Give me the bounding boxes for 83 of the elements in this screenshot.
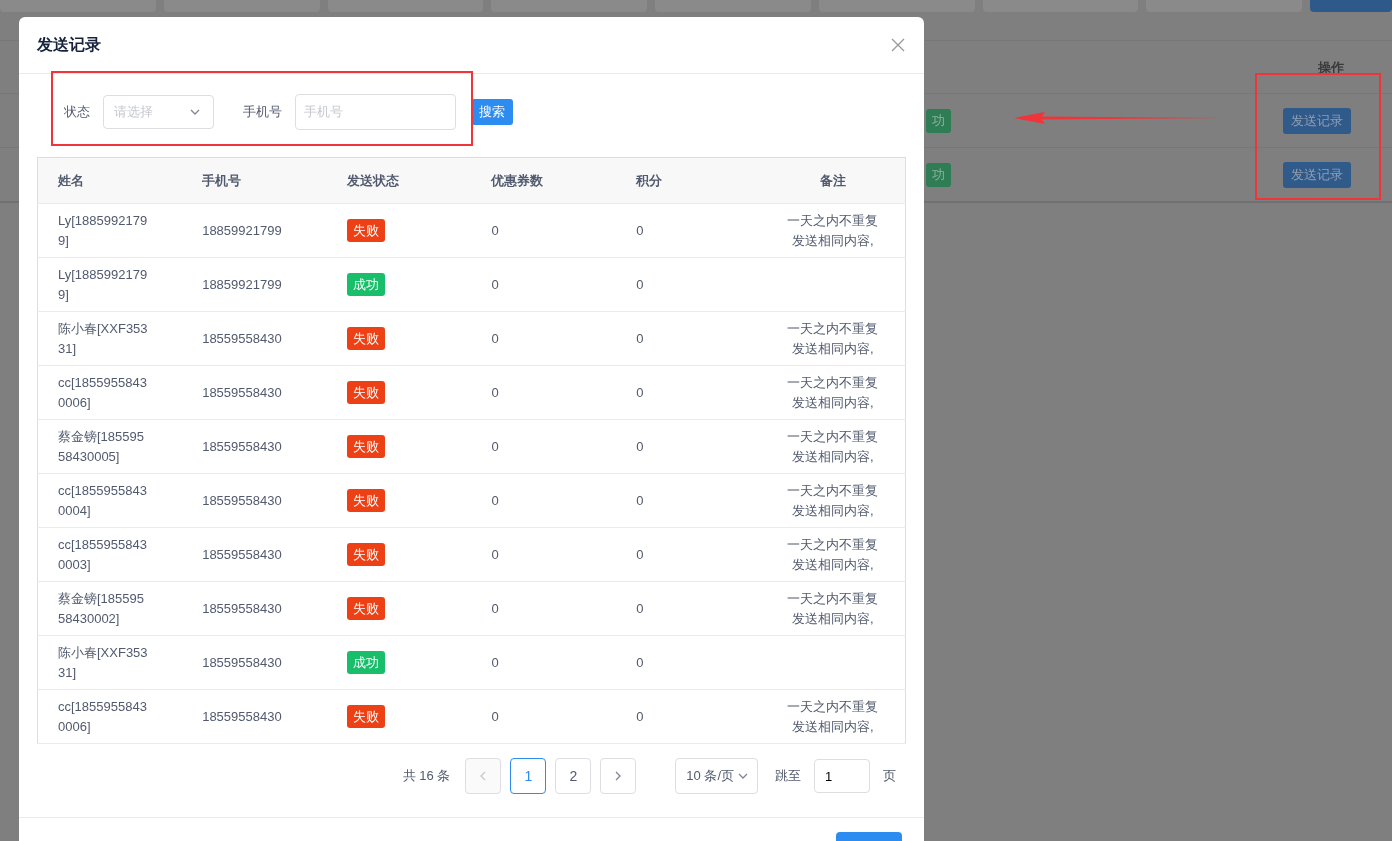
table-cell: 0 [491, 222, 499, 238]
table-cell: 0 [491, 330, 499, 346]
table-cell: 18559558430 [202, 492, 282, 508]
column-header: 操作 [1318, 59, 1344, 77]
total-count: 共 16 条 [402, 767, 451, 785]
table-cell: 0 [491, 546, 499, 562]
next-page-button[interactable] [600, 758, 637, 794]
table-cell-text: 一天之内不重复发送相同内容, [786, 481, 880, 520]
table-cell-text: 一天之内不重复发送相同内容, [786, 535, 880, 574]
table-cell-text: 陈小春[XXF35331] [58, 643, 149, 682]
table-cell: 0 [636, 708, 644, 724]
filter-label: 状态 [64, 102, 90, 121]
table-cell-text: cc[18559558430003] [58, 535, 148, 574]
table-cell: 0 [636, 546, 644, 562]
send-record-button[interactable]: 发送记录 [1283, 161, 1351, 188]
status-tag: 成功 [346, 273, 385, 296]
table-cell-text: Ly[18859921799] [58, 265, 149, 304]
search-button[interactable]: 搜索 [471, 98, 513, 125]
table-cell-text: 一天之内不重复发送相同内容, [786, 697, 880, 736]
jump-label: 跳至 [775, 767, 801, 785]
status-tag: 失败 [346, 219, 385, 242]
table-cell-text: 一天之内不重复发送相同内容, [786, 427, 880, 466]
status-tag: 失败 [346, 705, 385, 728]
table-cell: 18559558430 [202, 654, 282, 670]
table-cell-text: 陈小春[XXF35331] [58, 319, 149, 358]
table-cell: 0 [636, 384, 644, 400]
page-size-select[interactable]: 10 条/页 [675, 758, 758, 794]
table-cell-text: 一天之内不重复发送相同内容, [786, 589, 880, 628]
table-cell-text: cc[18559558430004] [58, 481, 148, 520]
table-cell: 0 [636, 492, 644, 508]
status-tag: 失败 [346, 381, 385, 404]
table-cell: 0 [491, 708, 499, 724]
page-button[interactable]: 2 [555, 758, 592, 794]
table-cell-text: 一天之内不重复发送相同内容, [786, 211, 880, 250]
status-tag: 功 [926, 162, 951, 187]
column-header: 姓名 [37, 157, 183, 204]
table-cell-text: 蔡金镑[18559558430002] [58, 589, 145, 628]
page-suffix: 页 [883, 767, 896, 785]
table-cell: 18859921799 [202, 276, 282, 292]
table-cell: 0 [636, 438, 644, 454]
table-cell: 0 [636, 654, 644, 670]
table-cell: 0 [636, 222, 644, 238]
column-header: 积分 [616, 157, 761, 204]
jump-input[interactable]: 1 [814, 759, 870, 793]
table-cell: 0 [491, 600, 499, 616]
column-header: 手机号 [182, 157, 327, 204]
table-cell: 0 [491, 654, 499, 670]
table-cell-text: cc[18559558430006] [58, 373, 148, 412]
status-tag: 失败 [346, 597, 385, 620]
status-tag: 失败 [346, 327, 385, 350]
table-cell: 0 [491, 276, 499, 292]
table-cell: 0 [491, 492, 499, 508]
table-cell-text: 蔡金镑[18559558430005] [58, 427, 145, 466]
dialog-title: 发送记录 [37, 34, 101, 55]
table-cell: 0 [636, 330, 644, 346]
send-record-button[interactable]: 发送记录 [1283, 107, 1351, 134]
table-cell: 0 [491, 384, 499, 400]
status-tag: 成功 [346, 651, 385, 674]
table-cell: 0 [636, 276, 644, 292]
filter-label: 手机号 [243, 102, 282, 121]
page-button[interactable]: 1 [510, 758, 547, 794]
status-tag: 失败 [346, 543, 385, 566]
column-header: 发送状态 [326, 157, 472, 204]
toolbar-button[interactable] [1310, 0, 1392, 12]
table-cell-text: Ly[18859921799] [58, 211, 149, 250]
table-cell: 18859921799 [202, 222, 282, 238]
table-cell-text: 一天之内不重复发送相同内容, [786, 373, 880, 412]
table-cell: 18559558430 [202, 600, 282, 616]
status-tag: 功 [926, 108, 951, 133]
table-cell-text: cc[18559558430006] [58, 697, 148, 736]
status-tag: 失败 [346, 435, 385, 458]
table-cell: 0 [636, 600, 644, 616]
column-header: 备注 [760, 157, 906, 204]
table-cell-text: 一天之内不重复发送相同内容, [786, 319, 880, 358]
status-tag: 失败 [346, 489, 385, 512]
column-header: 优惠券数 [471, 157, 617, 204]
close-icon[interactable] [890, 37, 906, 53]
table-cell: 0 [491, 438, 499, 454]
table-cell: 18559558430 [202, 384, 282, 400]
table-cell: 18559558430 [202, 330, 282, 346]
table-cell: 18559558430 [202, 708, 282, 724]
table-cell: 18559558430 [202, 546, 282, 562]
table-cell: 18559558430 [202, 438, 282, 454]
